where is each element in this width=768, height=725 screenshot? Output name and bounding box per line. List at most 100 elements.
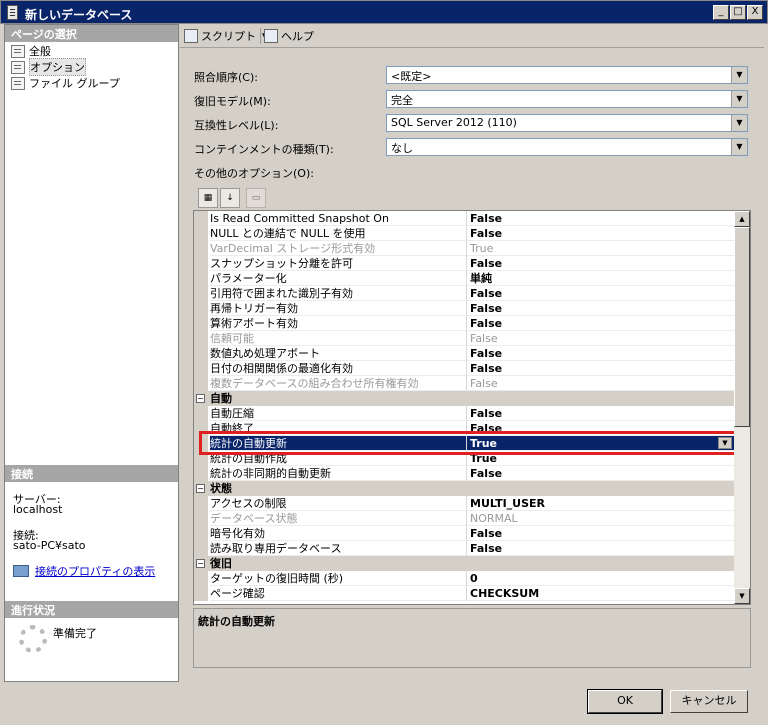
- categorized-icon[interactable]: ▦: [198, 188, 218, 208]
- collapse-icon[interactable]: −: [196, 484, 205, 493]
- property-value-text: CHECKSUM: [470, 587, 540, 600]
- property-value[interactable]: False: [466, 466, 734, 481]
- scroll-thumb[interactable]: [734, 227, 750, 427]
- scroll-down-icon[interactable]: ▼: [734, 588, 750, 604]
- maximize-button[interactable]: □: [730, 5, 746, 20]
- property-value[interactable]: False: [466, 301, 734, 316]
- page-item-filegroups[interactable]: ファイル グループ: [11, 75, 120, 91]
- property-value[interactable]: MULTI_USER: [466, 496, 734, 511]
- property-name: 数値丸め処理アボート: [210, 346, 466, 361]
- property-row[interactable]: 読み取り専用データベース False: [194, 541, 734, 556]
- progress-header: 進行状況: [5, 601, 178, 618]
- property-value[interactable]: False: [466, 346, 734, 361]
- property-row[interactable]: 統計の自動更新 True ▼: [194, 436, 734, 451]
- property-row[interactable]: ページ確認 CHECKSUM: [194, 586, 734, 601]
- category-row[interactable]: − 状態: [194, 481, 734, 496]
- page-label: ファイル グループ: [29, 77, 120, 90]
- property-value[interactable]: False: [466, 421, 734, 436]
- collapse-icon[interactable]: −: [196, 394, 205, 403]
- property-row[interactable]: 自動圧縮 False: [194, 406, 734, 421]
- property-row[interactable]: 統計の非同期的自動更新 False: [194, 466, 734, 481]
- property-name: アクセスの制限: [210, 496, 466, 511]
- containment-value: なし: [391, 142, 413, 155]
- property-value[interactable]: False: [466, 331, 734, 346]
- property-row[interactable]: パラメーター化 単純: [194, 271, 734, 286]
- row-gutter: [194, 496, 208, 511]
- property-value[interactable]: False: [466, 256, 734, 271]
- page-item-general[interactable]: 全般: [11, 43, 51, 59]
- property-row[interactable]: VarDecimal ストレージ形式有効 True: [194, 241, 734, 256]
- minimize-button[interactable]: _: [713, 5, 729, 20]
- chevron-down-icon[interactable]: ▼: [731, 139, 747, 155]
- property-row[interactable]: 複数データベースの組み合わせ所有権有効 False: [194, 376, 734, 391]
- property-value-text: MULTI_USER: [470, 497, 546, 510]
- property-row[interactable]: 信頼可能 False: [194, 331, 734, 346]
- ok-button[interactable]: OK: [587, 689, 663, 714]
- compat-combo[interactable]: SQL Server 2012 (110) ▼: [386, 114, 748, 132]
- collation-combo[interactable]: <既定> ▼: [386, 66, 748, 84]
- property-value[interactable]: False: [466, 286, 734, 301]
- property-row[interactable]: ターゲットの復旧時間 (秒) 0: [194, 571, 734, 586]
- collation-value: <既定>: [391, 70, 432, 83]
- property-value[interactable]: False: [466, 406, 734, 421]
- property-value[interactable]: False: [466, 316, 734, 331]
- property-grid[interactable]: Is Read Committed Snapshot On False NULL と…: [193, 210, 751, 605]
- scroll-up-icon[interactable]: ▲: [734, 211, 750, 227]
- property-value[interactable]: 単純: [466, 271, 734, 286]
- containment-combo[interactable]: なし ▼: [386, 138, 748, 156]
- property-row[interactable]: Is Read Committed Snapshot On False: [194, 211, 734, 226]
- close-button[interactable]: X: [747, 5, 763, 20]
- row-gutter: [194, 361, 208, 376]
- property-value-text: False: [470, 407, 503, 420]
- property-pages-icon[interactable]: ▭: [246, 188, 266, 208]
- toolbar-separator: [260, 28, 261, 44]
- property-value[interactable]: False: [466, 526, 734, 541]
- script-button[interactable]: スクリプト ▾: [184, 28, 267, 44]
- property-row[interactable]: アクセスの制限 MULTI_USER: [194, 496, 734, 511]
- property-row[interactable]: 再帰トリガー有効 False: [194, 301, 734, 316]
- property-value[interactable]: False: [466, 211, 734, 226]
- row-gutter: [194, 466, 208, 481]
- recovery-combo[interactable]: 完全 ▼: [386, 90, 748, 108]
- row-gutter: [194, 376, 208, 391]
- chevron-down-icon[interactable]: ▼: [731, 67, 747, 83]
- chevron-down-icon[interactable]: ▼: [731, 115, 747, 131]
- property-row[interactable]: 自動終了 False: [194, 421, 734, 436]
- cancel-button[interactable]: キャンセル: [670, 690, 748, 713]
- property-value[interactable]: True: [466, 451, 734, 466]
- property-value[interactable]: True ▼: [466, 436, 734, 451]
- right-pane: スクリプト ▾ ヘルプ 照合順序(C): <既定> ▼ 復旧モデル(M): 完全…: [180, 24, 764, 682]
- property-row[interactable]: NULL との連結で NULL を使用 False: [194, 226, 734, 241]
- property-value[interactable]: False: [466, 376, 734, 391]
- property-row[interactable]: スナップショット分離を許可 False: [194, 256, 734, 271]
- chevron-down-icon[interactable]: ▼: [718, 437, 732, 449]
- category-row[interactable]: − 自動: [194, 391, 734, 406]
- property-value[interactable]: True: [466, 241, 734, 256]
- help-button[interactable]: ヘルプ: [264, 28, 314, 44]
- category-row[interactable]: − 復旧: [194, 556, 734, 571]
- property-row[interactable]: 算術アボート有効 False: [194, 316, 734, 331]
- page-item-options[interactable]: オプション: [11, 58, 86, 76]
- property-row[interactable]: 引用符で囲まれた識別子有効 False: [194, 286, 734, 301]
- page-icon: [11, 60, 25, 74]
- property-value[interactable]: False: [466, 541, 734, 556]
- property-value[interactable]: False: [466, 226, 734, 241]
- property-row[interactable]: データベース状態 NORMAL: [194, 511, 734, 526]
- vertical-scrollbar[interactable]: ▲ ▼: [734, 211, 750, 604]
- page-label: 全般: [29, 45, 51, 58]
- property-row[interactable]: 数値丸め処理アボート False: [194, 346, 734, 361]
- property-row[interactable]: 日付の相関関係の最適化有効 False: [194, 361, 734, 376]
- property-row[interactable]: 統計の自動作成 True: [194, 451, 734, 466]
- property-value[interactable]: CHECKSUM: [466, 586, 734, 601]
- chevron-down-icon[interactable]: ▼: [731, 91, 747, 107]
- connection-properties-link[interactable]: 接続のプロパティの表示: [35, 563, 155, 579]
- property-value[interactable]: False: [466, 361, 734, 376]
- property-value-text: 単純: [470, 272, 492, 285]
- property-row[interactable]: 暗号化有効 False: [194, 526, 734, 541]
- row-gutter: [194, 346, 208, 361]
- collapse-icon[interactable]: −: [196, 559, 205, 568]
- property-value[interactable]: 0: [466, 571, 734, 586]
- sort-alpha-icon[interactable]: ↓: [220, 188, 240, 208]
- property-value[interactable]: NORMAL: [466, 511, 734, 526]
- property-name: ページ確認: [210, 586, 466, 601]
